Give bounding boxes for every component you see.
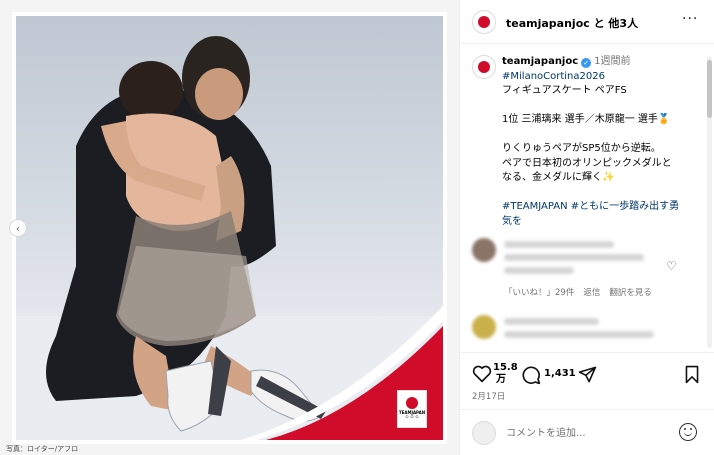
blurred-text (504, 241, 614, 248)
jocc-logo-icon (477, 60, 491, 74)
author-line[interactable]: teamjapanjoc と 他3人 (506, 15, 638, 31)
caption-story-1: りくりゅうペアがSP5位から逆転。 (502, 143, 661, 154)
post-caption: teamjapanjoc ✓ 1週間前 #MilanoCortina2026 フィギ… (502, 55, 702, 229)
dress-sheer (118, 246, 256, 341)
verified-badge-icon: ✓ (581, 58, 592, 68)
hashtag-link[interactable]: #MilanoCortina2026 (502, 70, 702, 85)
comment-meta: 「いいね！」29件 返信 翻訳を見る (504, 286, 661, 298)
team-japan-logo: TEAMJAPAN ⚪⚪⚪ (397, 390, 427, 428)
comments-area: teamjapanjoc ✓ 1週間前 #MilanoCortina2026 フィギ… (460, 45, 714, 350)
scrollbar-thumb[interactable] (707, 60, 712, 118)
author-avatar[interactable] (472, 10, 496, 34)
comment-translate-link[interactable]: 翻訳を見る (609, 288, 652, 298)
bookmark-icon[interactable] (684, 365, 700, 384)
hashtag-links-cont[interactable]: 気を (502, 215, 702, 230)
rising-sun-mark (406, 397, 418, 409)
caption-avatar[interactable] (472, 55, 496, 79)
blurred-text (504, 331, 654, 338)
post-actions: 15.8 万 1,431 2月17日 (460, 352, 714, 408)
photo-credit: 写真：ロイター/アフロ (6, 445, 79, 453)
jocc-logo-icon (477, 15, 491, 29)
blurred-text (504, 254, 644, 261)
comment-count[interactable]: 1,431 (544, 368, 576, 379)
more-options-icon[interactable]: ··· (682, 11, 698, 27)
comment-like-heart-icon[interactable]: ♡ (666, 259, 677, 273)
comment-bubble-icon[interactable] (521, 365, 541, 385)
caption-username[interactable]: teamjapanjoc (502, 56, 578, 67)
skaters-illustration (16, 36, 443, 440)
hashtag-links[interactable]: #TEAMJAPAN #ともに一歩踏み出す勇 (502, 200, 702, 215)
caption-story-3: なる、金メダルに輝く✨ (502, 172, 615, 183)
comment-input[interactable] (506, 423, 666, 443)
post-photo[interactable] (16, 16, 443, 440)
blurred-text (504, 267, 574, 274)
caption-timestamp[interactable]: 1週間前 (594, 56, 630, 67)
caption-result: 1位 三浦璃来 選手／木原龍一 選手🏅 (502, 114, 671, 125)
post-header: teamjapanjoc と 他3人 ··· (460, 0, 714, 44)
commenter-avatar[interactable] (472, 238, 496, 262)
female-hair (119, 61, 183, 121)
add-comment-bar (460, 409, 714, 455)
caption-event: フィギュアスケート ペアFS (502, 85, 627, 96)
like-count-unit: 万 (496, 374, 506, 385)
smiley-icon[interactable] (679, 423, 697, 441)
comments-scrollbar[interactable] (707, 56, 712, 348)
heart-icon[interactable] (472, 365, 492, 383)
post-media: TEAMJAPAN ⚪⚪⚪ ‹ 写真：ロイター/アフロ (0, 0, 459, 455)
post-date[interactable]: 2月17日 (472, 390, 505, 402)
comment-reply-link[interactable]: 返信 (583, 288, 600, 298)
comment-likes-link[interactable]: 「いいね！」29件 (504, 288, 574, 298)
blurred-text (504, 318, 599, 325)
olympic-rings-icon: ⚪⚪⚪ (404, 414, 420, 421)
post-detail-panel: teamjapanjoc と 他3人 ··· teamjapanjoc ✓ 1週間前… (459, 0, 714, 455)
viewer-avatar (472, 421, 496, 445)
male-face (195, 68, 243, 120)
photo-frame: TEAMJAPAN ⚪⚪⚪ (12, 12, 447, 444)
carousel-prev-button[interactable]: ‹ (9, 219, 27, 237)
caption-story-2: ペアで日本初のオリンピックメダルと (502, 157, 672, 169)
paper-plane-icon[interactable] (578, 365, 597, 384)
like-count-number: 15.8 (493, 362, 518, 373)
chevron-left-icon: ‹ (15, 221, 21, 235)
commenter-avatar[interactable] (472, 315, 496, 339)
like-count[interactable]: 15.8 万 (493, 362, 518, 386)
